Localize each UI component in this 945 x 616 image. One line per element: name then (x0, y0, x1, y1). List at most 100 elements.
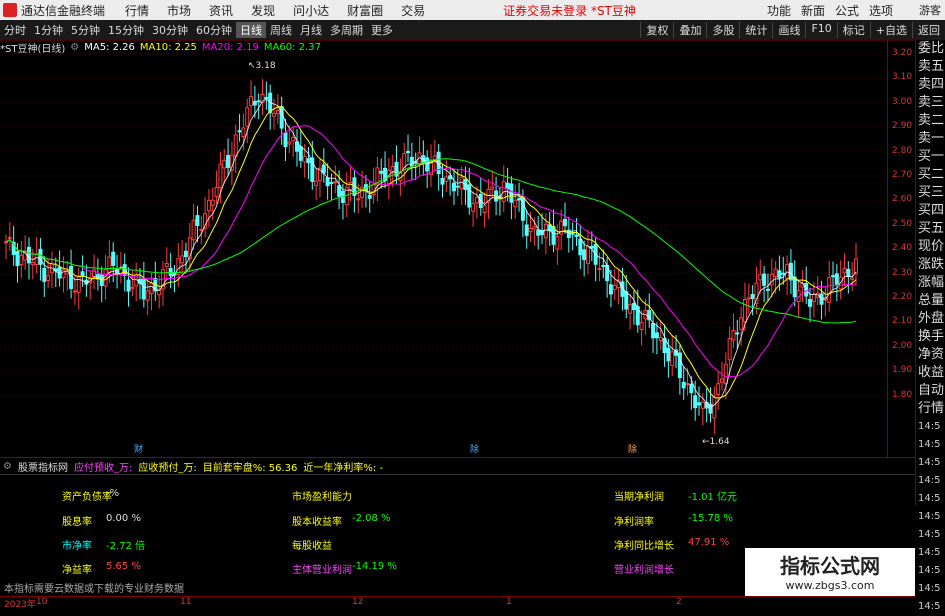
side-time-item: 14:5 (918, 439, 941, 450)
side-panel-item[interactable]: 收益 (916, 364, 945, 382)
period-tab[interactable]: 多周期 (326, 22, 367, 38)
side-panel-item[interactable]: 总量 (916, 292, 945, 310)
tool-adjust[interactable]: 复权 (640, 22, 673, 38)
period-tab[interactable]: 5分钟 (67, 22, 104, 38)
candle-body (517, 198, 522, 201)
tool-multi[interactable]: 多股 (706, 22, 739, 38)
candle-body (337, 185, 342, 197)
kline-chart[interactable]: ↖3.18 ←1.64 财 除 除 (0, 40, 887, 457)
candle-body (597, 267, 602, 270)
side-panel-item[interactable]: 换手 (916, 328, 945, 346)
candle-body (348, 181, 353, 190)
side-panel-item[interactable]: 买四 (916, 202, 945, 220)
candle-body (214, 186, 219, 198)
candle-body (264, 97, 269, 100)
side-panel-item[interactable]: 外盘 (916, 310, 945, 328)
low-annotation: ←1.64 (702, 437, 730, 447)
candle-body (742, 299, 747, 323)
price-tick: 2.90 (892, 121, 913, 132)
period-tab-more[interactable]: 更多 (367, 22, 397, 38)
app-title: 通达信金融终端 (21, 3, 106, 18)
tool-draw[interactable]: 画线 (772, 22, 805, 38)
candle-body (471, 203, 476, 212)
menu-market[interactable]: 市场 (167, 2, 191, 19)
tool-stats[interactable]: 统计 (739, 22, 772, 38)
side-panel-item[interactable]: 卖五 (916, 58, 945, 76)
tool-mark[interactable]: 标记 (836, 22, 870, 38)
candle-body (735, 332, 740, 335)
price-axis: 3.20 3.10 3.00 2.90 2.80 2.70 2.60 2.50 2.40 2.30… (887, 40, 916, 457)
indicator-item: 近一年净利率%: - (303, 462, 384, 474)
menu-wealth[interactable]: 财富圈 (347, 2, 383, 19)
event-mark[interactable]: 除 (470, 443, 479, 455)
watermark-url: www.zbgs3.com (785, 579, 875, 592)
candle-body (746, 297, 751, 300)
menu-quotes[interactable]: 行情 (125, 2, 149, 19)
candle-body (563, 219, 568, 227)
candle-body (291, 136, 296, 142)
period-tab[interactable]: 月线 (296, 22, 326, 38)
side-panel-item[interactable]: 买二 (916, 166, 945, 184)
candle-body (145, 290, 150, 301)
side-panel-item[interactable]: 买五 (916, 220, 945, 238)
side-panel-item[interactable]: 卖四 (916, 76, 945, 94)
candle-body (700, 401, 705, 409)
side-panel-item[interactable]: 卖一 (916, 130, 945, 148)
ma10-label: MA10: 2.25 (139, 41, 197, 53)
fin-label: 净利润率 (614, 517, 654, 528)
period-tab-active[interactable]: 日线 (236, 22, 266, 38)
indicator-item: 目前套牢盘%: 56.36 (202, 462, 298, 474)
side-panel-item[interactable]: 现价 (916, 238, 945, 256)
candle-body (831, 275, 836, 278)
candle-body (536, 229, 541, 236)
candle-body (130, 286, 135, 290)
side-panel-item[interactable]: 卖三 (916, 94, 945, 112)
side-panel-item[interactable]: 买三 (916, 184, 945, 202)
side-panel-item[interactable]: 买一 (916, 148, 945, 166)
period-tab[interactable]: 60分钟 (192, 22, 236, 38)
tool-formula[interactable]: 公式 (835, 2, 859, 19)
event-mark[interactable]: 除 (628, 443, 637, 455)
settings-icon[interactable]: ⚙ (70, 42, 79, 53)
period-tab[interactable]: 15分钟 (104, 22, 148, 38)
tool-f10[interactable]: F10 (805, 22, 836, 38)
tool-options[interactable]: 选项 (869, 2, 893, 19)
side-panel-item[interactable]: 卖二 (916, 112, 945, 130)
period-tab[interactable]: 周线 (266, 22, 296, 38)
candle-body (15, 251, 20, 267)
side-panel-item[interactable]: 自动 (916, 382, 945, 400)
high-annotation: ↖3.18 (248, 61, 276, 71)
side-panel-item[interactable]: 行情 (916, 400, 945, 418)
candle-body (490, 186, 495, 190)
kline-svg[interactable]: ↖3.18 ←1.64 财 除 除 (0, 40, 887, 457)
candle-body (406, 150, 411, 154)
menu-trade[interactable]: 交易 (401, 2, 425, 19)
candle-body (697, 402, 702, 406)
candle-body (451, 182, 456, 192)
price-tick: 2.40 (892, 243, 913, 254)
side-panel-item[interactable]: 涨幅 (916, 274, 945, 292)
side-panel-item[interactable]: 净资 (916, 346, 945, 364)
period-tab[interactable]: 分时 (0, 22, 30, 38)
tool-back[interactable]: 返回 (912, 22, 945, 38)
gear-icon[interactable]: ⚙ (3, 461, 12, 472)
menu-news[interactable]: 资讯 (209, 2, 233, 19)
tool-function[interactable]: 功能 (767, 2, 791, 19)
candle-body (19, 255, 24, 266)
tool-overlay[interactable]: 叠加 (673, 22, 706, 38)
period-tab[interactable]: 1分钟 (30, 22, 67, 38)
period-tab[interactable]: 30分钟 (148, 22, 192, 38)
price-tick: 2.70 (892, 170, 913, 180)
tool-new-page[interactable]: 新面 (801, 2, 825, 19)
price-tick: 1.90 (892, 365, 913, 376)
fin-label: 股本收益率 (292, 517, 342, 528)
side-panel-item[interactable]: 涨跌 (916, 256, 945, 274)
menu-discover[interactable]: 发现 (251, 2, 275, 19)
price-tick: 2.00 (892, 340, 913, 351)
side-panel-item[interactable]: 委比 (916, 40, 945, 58)
guest-label[interactable]: 游客 (919, 2, 941, 18)
indicator-name[interactable]: 股票指标网 (18, 459, 68, 474)
menu-ask[interactable]: 问小达 (293, 2, 329, 19)
tool-add-watch[interactable]: +自选 (869, 22, 912, 38)
event-mark[interactable]: 财 (134, 443, 143, 455)
